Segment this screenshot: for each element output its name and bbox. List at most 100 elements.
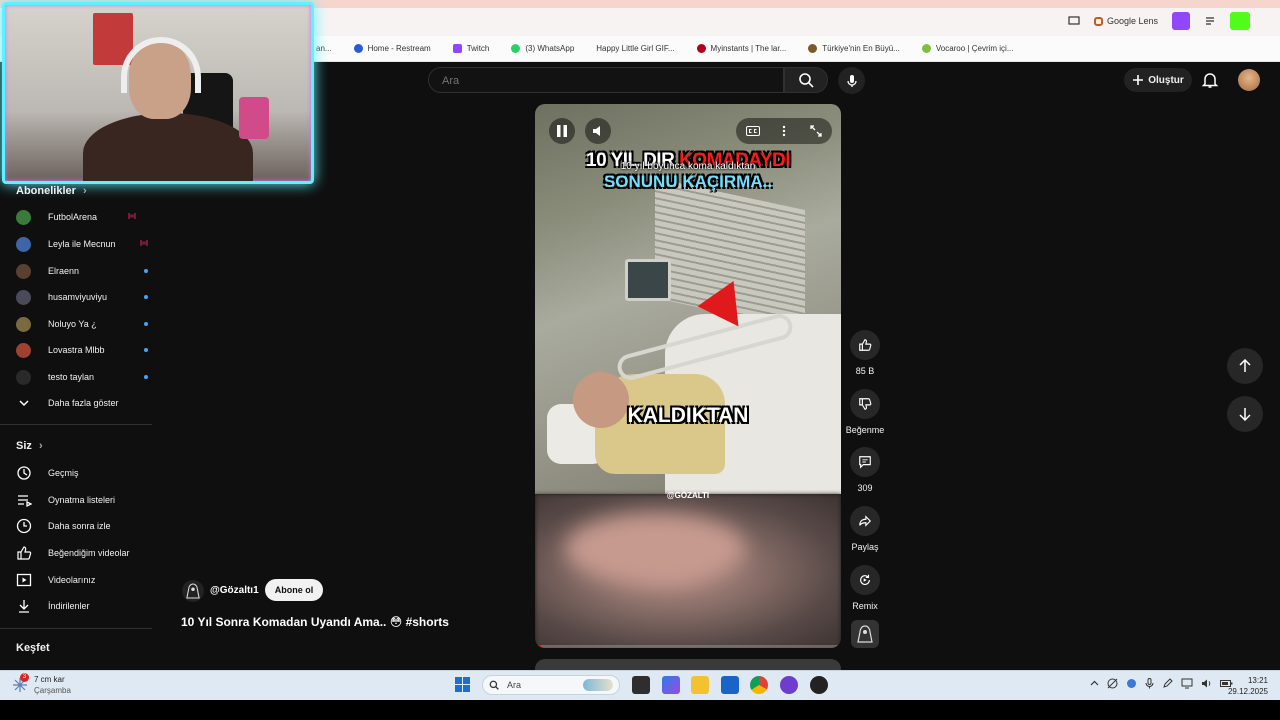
- microphone-icon: [846, 74, 858, 88]
- fullscreen-button[interactable]: [803, 118, 829, 144]
- sidebar-item-label: Beğendiğim videolar: [48, 548, 130, 558]
- twitch-app-icon[interactable]: [780, 676, 798, 694]
- sidebar-item-liked-videos[interactable]: Beğendiğim videolar: [16, 542, 130, 564]
- chevron-right-icon: ›: [38, 440, 43, 452]
- pen-icon[interactable]: [1162, 678, 1173, 689]
- file-explorer-icon[interactable]: [691, 676, 709, 694]
- share-action[interactable]: Paylaş: [849, 506, 881, 552]
- microphone-icon[interactable]: [1145, 678, 1154, 689]
- new-content-dot: [144, 269, 148, 273]
- obs-icon[interactable]: [810, 676, 828, 694]
- cast-icon[interactable]: [1068, 15, 1080, 27]
- bookmark-item[interactable]: Myinstants | The lar...: [696, 44, 786, 53]
- dislike-action[interactable]: Beğenme: [846, 389, 884, 435]
- tray-app-icon[interactable]: [1107, 678, 1118, 689]
- like-button[interactable]: [850, 330, 880, 360]
- bookmark-label: Türkiye'nin En Büyü...: [822, 44, 900, 53]
- tray-app-icon[interactable]: [1126, 678, 1137, 689]
- subscription-item[interactable]: Noluyo Ya ¿: [16, 313, 148, 335]
- notifications-bell-icon[interactable]: [1201, 71, 1219, 89]
- you-heading[interactable]: Siz ›: [16, 440, 43, 452]
- bookmark-item[interactable]: Twitch: [452, 44, 489, 53]
- task-view-icon[interactable]: [632, 676, 650, 694]
- sidebar-item-label: Videolarınız: [48, 575, 96, 585]
- bookmark-item[interactable]: an...: [316, 44, 332, 53]
- windows-start-icon[interactable]: [455, 677, 470, 692]
- browser-toolbar-actions: Google Lens: [1068, 12, 1250, 30]
- account-avatar[interactable]: [1238, 69, 1260, 91]
- screen-bottom-bezel: [0, 700, 1280, 720]
- sidebar: Abonelikler › FutbolArena Leyla ile Mecn…: [0, 180, 160, 670]
- video-big-caption: KALDIKTAN: [627, 404, 749, 427]
- network-icon[interactable]: [1181, 678, 1193, 689]
- store-icon[interactable]: [721, 676, 739, 694]
- subscriptions-heading[interactable]: Abonelikler ›: [16, 185, 87, 197]
- create-button[interactable]: Oluştur: [1124, 68, 1192, 92]
- chevron-up-icon[interactable]: [1090, 679, 1099, 688]
- watch-later-icon: [16, 518, 32, 534]
- search-button[interactable]: [784, 67, 828, 93]
- bookmark-item[interactable]: Vocaroo | Çevrim içi...: [921, 44, 1014, 53]
- twitch-extension-icon[interactable]: [1172, 12, 1190, 30]
- channel-avatar[interactable]: [182, 580, 204, 602]
- thumbs-down-icon: [858, 397, 872, 411]
- restream-icon: [353, 44, 363, 53]
- comments-button[interactable]: [850, 447, 880, 477]
- bookmark-label: an...: [316, 44, 332, 53]
- sidebar-item-your-videos[interactable]: Videolarınız: [16, 569, 95, 591]
- sidebar-item-watch-later[interactable]: Daha sonra izle: [16, 515, 111, 537]
- subscription-item[interactable]: Lovastra Mlbb: [16, 339, 148, 361]
- bookmark-label: Happy Little Girl GIF...: [596, 44, 675, 53]
- sidebar-item-playlists[interactable]: Oynatma listeleri: [16, 489, 115, 511]
- comments-action[interactable]: 309: [849, 447, 881, 493]
- captions-button[interactable]: [740, 118, 766, 144]
- subscription-item[interactable]: husamviyuviyu: [16, 286, 148, 308]
- more-options-button[interactable]: [771, 118, 797, 144]
- search-input[interactable]: [440, 72, 774, 90]
- subscribe-button[interactable]: Abone ol: [265, 579, 323, 601]
- bookmark-item[interactable]: (3) WhatsApp: [511, 44, 574, 53]
- voice-search-button[interactable]: [838, 67, 865, 94]
- remix-action[interactable]: Remix: [849, 565, 881, 611]
- bookmark-item[interactable]: Türkiye'nin En Büyü...: [808, 44, 900, 53]
- video-progress-track[interactable]: [535, 645, 841, 648]
- taskbar-search[interactable]: Ara: [482, 675, 620, 695]
- shorts-player[interactable]: 10 YIL DIR KOMADAYDI 10 yıl boyunca koma…: [535, 104, 841, 648]
- extensions-icon[interactable]: [1204, 15, 1216, 27]
- remix-button[interactable]: [850, 565, 880, 595]
- weather-temperature: 7 cm kar: [34, 675, 65, 684]
- kick-extension-icon[interactable]: [1230, 12, 1250, 30]
- pause-button[interactable]: [549, 118, 575, 144]
- sidebar-item-downloads[interactable]: İndirilenler: [16, 595, 90, 617]
- google-lens-chip[interactable]: Google Lens: [1093, 16, 1158, 26]
- volume-button[interactable]: [585, 118, 611, 144]
- weather-badge: 3: [20, 673, 29, 682]
- speaker-icon[interactable]: [1201, 678, 1212, 689]
- sidebar-item-history[interactable]: Geçmiş: [16, 462, 79, 484]
- liked-videos-icon: [16, 545, 32, 561]
- previous-short-button[interactable]: [1227, 348, 1263, 384]
- dislike-button[interactable]: [850, 389, 880, 419]
- show-more-button[interactable]: Daha fazla göster: [16, 392, 119, 414]
- share-button[interactable]: [850, 506, 880, 536]
- weather-widget[interactable]: 3 7 cm kar Çarşamba: [12, 673, 71, 696]
- channel-thumbnail[interactable]: [851, 620, 879, 648]
- like-action[interactable]: 85 B: [849, 330, 881, 376]
- subscription-name: FutbolArena: [48, 212, 98, 222]
- bookmark-item[interactable]: Home - Restream: [353, 44, 431, 53]
- subscription-item[interactable]: testo taylan: [16, 366, 148, 388]
- next-short-button[interactable]: [1227, 396, 1263, 432]
- bookmark-item[interactable]: Happy Little Girl GIF...: [596, 44, 674, 53]
- channel-handle[interactable]: @Gözaltı1: [210, 585, 259, 596]
- chrome-icon[interactable]: [750, 676, 768, 694]
- clock-date: 29.12.2025: [1227, 687, 1268, 696]
- subscription-item[interactable]: Leyla ile Mecnun: [16, 233, 148, 255]
- channel-avatar: [16, 289, 31, 305]
- widgets-icon[interactable]: [662, 676, 680, 694]
- subscription-item[interactable]: Elraenn: [16, 260, 148, 282]
- video-overlay-subtitle: SONUNU KAÇIRMA..: [603, 172, 773, 191]
- channel-avatar: [16, 316, 31, 332]
- taskbar-clock[interactable]: 13:21 29.12.2025: [1222, 675, 1268, 697]
- subscription-item[interactable]: FutbolArena: [16, 206, 136, 228]
- search-icon: [489, 680, 499, 690]
